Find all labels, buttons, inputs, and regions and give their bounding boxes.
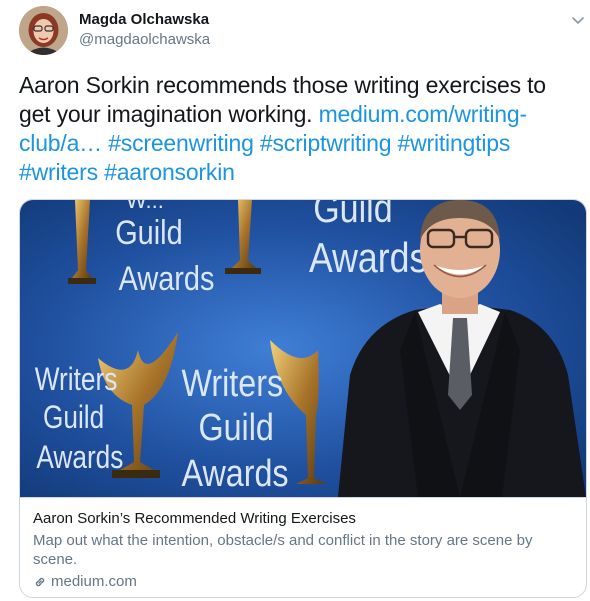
backdrop-text-guild-partial: Guild <box>313 200 392 231</box>
backdrop-text-awards-right: Awards <box>309 235 427 281</box>
backdrop-text-guild-left: Guild <box>43 401 104 436</box>
author-block: Magda Olchawska @magdaolchawska <box>79 11 210 49</box>
hashtag-aaronsorkin[interactable]: #aaronsorkin <box>104 159 235 185</box>
card-meta[interactable]: Aaron Sorkin’s Recommended Writing Exerc… <box>20 497 586 597</box>
hashtag-scriptwriting[interactable]: #scriptwriting <box>260 130 392 156</box>
person-avatar-icon <box>19 6 68 55</box>
link-card[interactable]: W... Guild Awards Guild Awards Writers G… <box>19 199 587 598</box>
backdrop-text-awards-center: Awards <box>182 453 289 495</box>
awards-photo: W... Guild Awards Guild Awards Writers G… <box>20 200 586 497</box>
backdrop-text-writers-center: Writers <box>182 363 284 405</box>
card-domain[interactable]: medium.com <box>33 572 573 591</box>
backdrop-text-partial: W... <box>126 200 164 213</box>
card-domain-text: medium.com <box>51 573 137 590</box>
user-handle[interactable]: @magdaolchawska <box>79 31 210 49</box>
backdrop-text-awards-left: Awards <box>36 441 123 476</box>
tweet-menu-button[interactable] <box>569 11 587 29</box>
avatar[interactable] <box>19 6 68 55</box>
tweet: Magda Olchawska @magdaolchawska Aaron So… <box>0 0 590 601</box>
backdrop-text-guild-center: Guild <box>199 407 274 449</box>
hashtag-writers[interactable]: #writers <box>19 159 98 185</box>
hashtag-screenwriting[interactable]: #screenwriting <box>108 130 254 156</box>
chevron-down-icon <box>572 17 584 24</box>
card-title[interactable]: Aaron Sorkin’s Recommended Writing Exerc… <box>33 509 573 528</box>
backdrop-text-awards: Awards <box>119 259 215 298</box>
link-icon <box>35 577 45 586</box>
backdrop-text-guild: Guild <box>115 213 182 252</box>
backdrop-text-writers-left: Writers <box>35 363 118 398</box>
card-description: Map out what the intention, obstacle/s a… <box>33 532 533 568</box>
hashtag-writingtips[interactable]: #writingtips <box>398 130 511 156</box>
display-name[interactable]: Magda Olchawska <box>79 11 210 29</box>
card-image[interactable]: W... Guild Awards Guild Awards Writers G… <box>20 200 586 497</box>
tweet-text: Aaron Sorkin recommends those writing ex… <box>19 71 579 187</box>
